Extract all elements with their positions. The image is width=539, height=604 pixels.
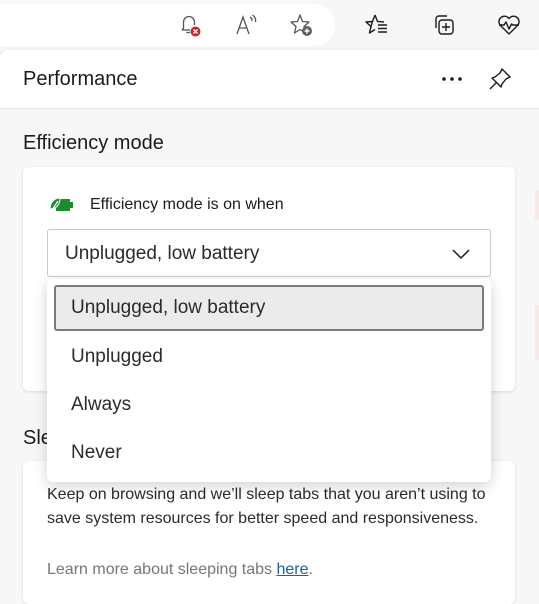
panel-header: Performance [0,50,539,109]
right-edge-accent [535,190,539,220]
efficiency-mode-dropdown-list: Unplugged, low battery Unplugged Always … [47,279,491,482]
add-favorite-icon[interactable] [287,11,315,39]
dropdown-option[interactable]: Never [54,430,484,476]
address-bar[interactable] [0,4,335,46]
favorites-icon[interactable] [363,11,391,39]
learn-more-prefix: Learn more about sleeping tabs [47,561,277,578]
chevron-down-icon [452,249,470,260]
browser-toolbar [0,0,539,50]
performance-icon[interactable] [495,11,523,39]
panel-title: Performance [23,68,138,90]
right-edge-accent [535,305,539,360]
select-value: Unplugged, low battery [65,243,260,264]
more-options-icon [442,77,462,81]
pin-icon [489,68,511,90]
dropdown-option[interactable]: Unplugged [54,334,484,380]
learn-more-suffix: . [308,561,313,578]
dropdown-option[interactable]: Always [54,382,484,428]
more-options-button[interactable] [437,66,467,92]
collections-icon[interactable] [430,11,458,39]
sleeping-tabs-card: Keep on browsing and we’ll sleep tabs th… [23,461,515,604]
learn-more-text: Learn more about sleeping tabs here. [47,561,313,579]
sleeping-tabs-description: Keep on browsing and we’ll sleep tabs th… [47,486,486,527]
read-aloud-icon[interactable] [232,11,260,39]
pin-button[interactable] [485,64,515,94]
efficiency-mode-label: Efficiency mode is on when [90,196,284,213]
efficiency-mode-heading: Efficiency mode [23,132,164,154]
efficiency-label-row: Efficiency mode is on when [48,195,284,215]
efficiency-leaf-battery-icon [49,197,73,212]
learn-more-link[interactable]: here [276,561,308,578]
notifications-blocked-icon[interactable] [175,11,203,39]
dropdown-option[interactable]: Unplugged, low battery [54,285,484,331]
efficiency-mode-select[interactable]: Unplugged, low battery [47,229,491,277]
